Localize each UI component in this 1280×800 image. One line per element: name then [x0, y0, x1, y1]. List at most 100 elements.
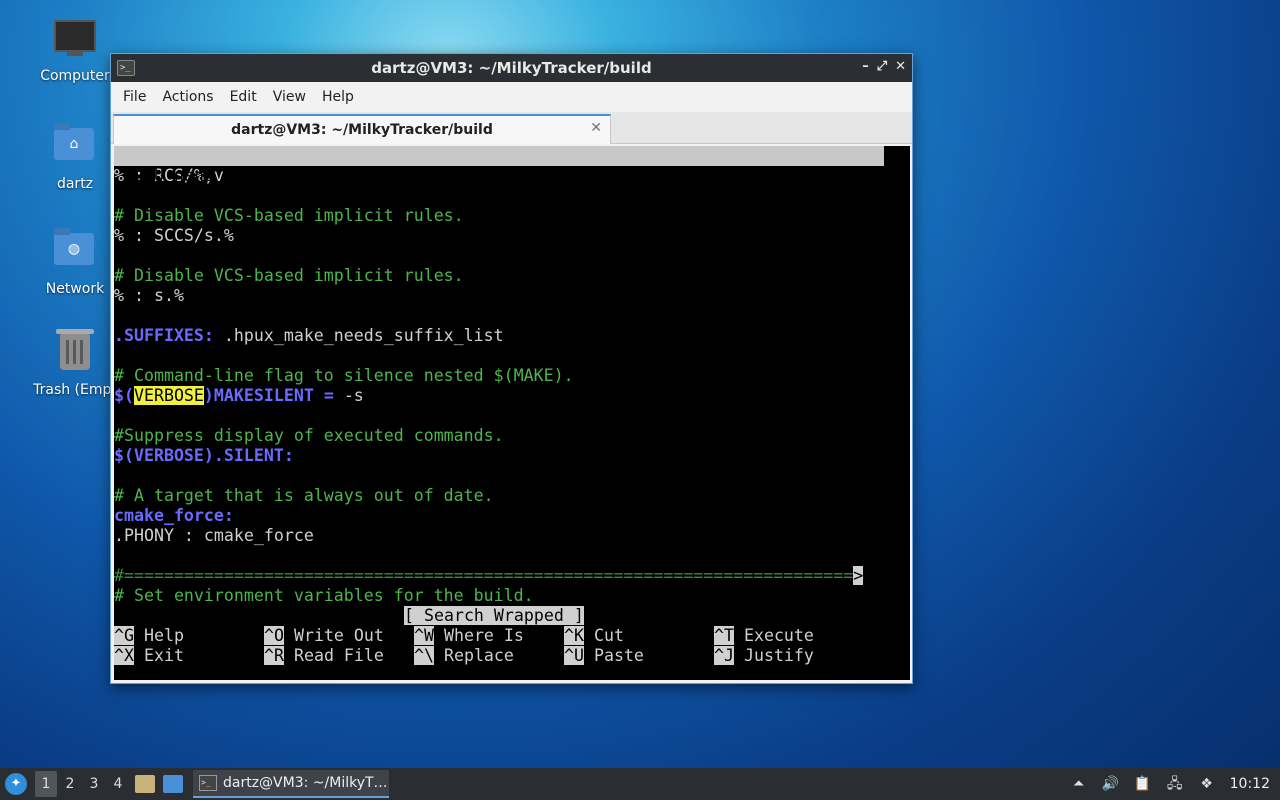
network-icon[interactable]: 🖧 [1166, 775, 1184, 793]
code-line: $(VERBOSE)MAKESILENT = -s [114, 386, 910, 406]
code-line: $(VERBOSE).SILENT: [114, 446, 910, 466]
code-token: $(VERBOSE).SILENT: [114, 446, 294, 465]
code-line: #=======================================… [114, 566, 910, 586]
taskbar-item-terminal[interactable]: >_ dartz@VM3: ~/MilkyT… [193, 770, 389, 798]
tab-close-icon[interactable]: ✕ [590, 120, 602, 136]
shortcut-key: ^K [564, 626, 584, 645]
code-token: = [313, 386, 344, 405]
shortcut-label: Replace [433, 646, 514, 665]
shortcut-key: ^J [714, 646, 734, 665]
taskbar: ✦ 1 2 3 4 >_ dartz@VM3: ~/MilkyT… ⏶ 🔊 📋 … [0, 768, 1280, 800]
shortcut-key: ^T [714, 626, 734, 645]
minimize-button[interactable]: – [862, 59, 869, 74]
task-label: dartz@VM3: ~/MilkyT… [223, 775, 388, 791]
terminal-area[interactable]: GNU nano 6.2 Makefile % : RCS/%,v# Disab… [114, 146, 910, 680]
menu-actions[interactable]: Actions [156, 89, 219, 105]
workspace-1[interactable]: 1 [35, 771, 57, 797]
desktop-icon-label: Computer [40, 68, 110, 84]
code-token: .SUFFIXES: [114, 326, 214, 345]
code-line: # Set environment variables for the buil… [114, 586, 910, 606]
code-token: % : SCCS/s.% [114, 226, 234, 245]
code-line: # A target that is always out of date. [114, 486, 910, 506]
clock: 10:12 [1229, 776, 1270, 792]
menu-help[interactable]: Help [316, 89, 360, 105]
code-line: # Command-line flag to silence nested $(… [114, 366, 910, 386]
desktop-icon-label: Network [45, 281, 105, 297]
code-token: # Command-line flag to silence nested $(… [114, 366, 574, 385]
menubar: File Actions Edit View Help [111, 82, 912, 112]
shortcut-item: ^X Exit [114, 646, 264, 666]
shortcut-label: Help [133, 626, 184, 645]
tab-bar: dartz@VM3: ~/MilkyTracker/build ✕ [111, 112, 912, 144]
shortcut-item: ^R Read File [264, 646, 414, 666]
workspace-3[interactable]: 3 [83, 771, 105, 797]
code-token: #Suppress display of executed commands. [114, 426, 504, 445]
shortcut-label: Exit [133, 646, 184, 665]
maximize-button[interactable]: ⤢ [877, 59, 887, 74]
code-line: # Disable VCS-based implicit rules. [114, 206, 910, 226]
desktop-icon-label: Trash (Empt [33, 382, 117, 398]
shortcut-item: ^W Where Is [414, 626, 564, 646]
window-titlebar[interactable]: >_ dartz@VM3: ~/MilkyTracker/build – ⤢ ✕ [111, 54, 912, 82]
code-token: -s [343, 386, 364, 405]
computer-icon [54, 20, 96, 62]
menu-view[interactable]: View [267, 89, 312, 105]
workspace-2[interactable]: 2 [59, 771, 81, 797]
terminal-icon: >_ [199, 775, 217, 791]
shortcut-key: ^G [114, 626, 134, 645]
shortcut-key: ^O [264, 626, 284, 645]
file-manager-icon[interactable] [135, 775, 155, 793]
shortcut-label: Where Is [433, 626, 524, 645]
shortcut-item: ^T Execute [714, 626, 864, 646]
line-overflow-indicator: > [853, 566, 864, 585]
shortcut-label: Read File [283, 646, 384, 665]
code-line: % : s.% [114, 286, 910, 306]
shortcut-key: ^U [564, 646, 584, 665]
close-button[interactable]: ✕ [895, 59, 906, 74]
update-notifier-icon[interactable]: ❖ [1198, 775, 1216, 793]
nano-version: GNU nano 6.2 [134, 166, 254, 185]
code-line: .PHONY : cmake_force [114, 526, 910, 546]
tab-label: dartz@VM3: ~/MilkyTracker/build [231, 122, 493, 138]
editor-content[interactable]: % : RCS/%,v# Disable VCS-based implicit … [114, 166, 910, 606]
shortcut-item: ^G Help [114, 626, 264, 646]
show-desktop-icon[interactable] [163, 775, 183, 793]
status-line: [ Search Wrapped ] [114, 606, 910, 626]
shortcut-label: Justify [733, 646, 814, 665]
shortcut-item: ^\ Replace [414, 646, 564, 666]
shortcut-item: ^U Paste [564, 646, 714, 666]
code-token: # Disable VCS-based implicit rules. [114, 266, 464, 285]
code-token: # A target that is always out of date. [114, 486, 494, 505]
volume-icon[interactable]: 🔊 [1102, 775, 1120, 793]
shortcut-item: ^K Cut [564, 626, 714, 646]
terminal-window: >_ dartz@VM3: ~/MilkyTracker/build – ⤢ ✕… [110, 53, 913, 684]
start-menu-icon[interactable]: ✦ [5, 773, 27, 795]
shortcut-item: ^O Write Out [264, 626, 414, 646]
menu-edit[interactable]: Edit [224, 89, 263, 105]
workspace-4[interactable]: 4 [107, 771, 129, 797]
tab-terminal[interactable]: dartz@VM3: ~/MilkyTracker/build ✕ [113, 114, 611, 144]
trash-icon [54, 329, 96, 376]
clipboard-icon[interactable]: 📋 [1134, 775, 1152, 793]
tray-up-icon[interactable]: ⏶ [1070, 775, 1088, 793]
desktop-icon-label: dartz [56, 176, 94, 192]
menu-file[interactable]: File [117, 89, 152, 105]
shortcut-key: ^W [414, 626, 434, 645]
code-line: % : SCCS/s.% [114, 226, 910, 246]
home-folder-icon: ⌂ [54, 123, 96, 170]
code-line: cmake_force: [114, 506, 910, 526]
code-token: .hpux_make_needs_suffix_list [213, 326, 504, 345]
shortcut-item: ^J Justify [714, 646, 864, 666]
shortcut-label: Cut [583, 626, 624, 645]
network-folder-icon: ◍ [54, 228, 96, 275]
nano-filename: Makefile [484, 186, 564, 205]
nano-header: GNU nano 6.2 Makefile [114, 146, 884, 205]
status-message: [ Search Wrapped ] [404, 606, 584, 625]
code-line: # Disable VCS-based implicit rules. [114, 266, 910, 286]
code-token: .PHONY : cmake_force [114, 526, 314, 545]
